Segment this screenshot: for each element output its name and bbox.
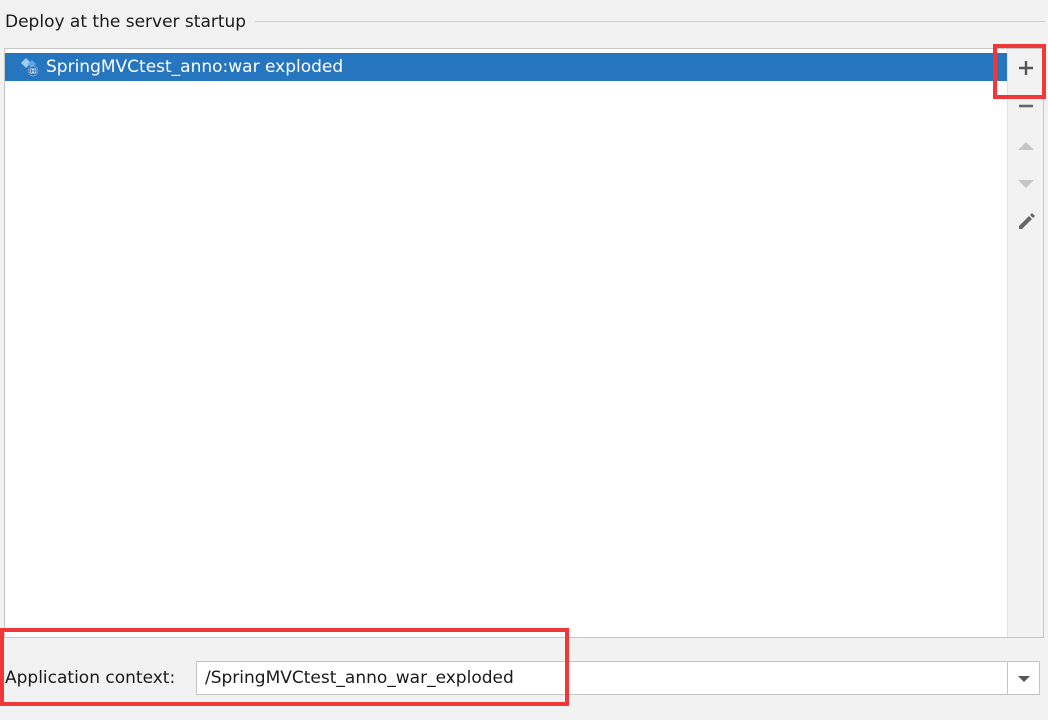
remove-icon <box>1017 97 1035 119</box>
application-context-label: Application context: <box>5 668 176 688</box>
application-context-combobox[interactable] <box>196 661 1040 695</box>
list-toolbar <box>1007 49 1043 637</box>
list-item-label: SpringMVCtest_anno:war exploded <box>46 57 344 77</box>
move-up-icon <box>1017 137 1035 159</box>
edit-button[interactable] <box>1011 209 1041 239</box>
application-context-input[interactable] <box>197 662 1005 694</box>
edit-icon <box>1016 212 1036 236</box>
add-button[interactable] <box>1011 55 1041 85</box>
section-title: Deploy at the server startup <box>5 12 247 32</box>
chevron-down-icon <box>1017 669 1031 688</box>
application-context-dropdown-button[interactable] <box>1007 662 1039 694</box>
move-down-button[interactable] <box>1011 171 1041 201</box>
deployment-list[interactable]: SpringMVCtest_anno:war exploded <box>5 49 1007 637</box>
web-artifact-icon <box>19 56 41 78</box>
add-icon <box>1017 59 1035 81</box>
list-item[interactable]: SpringMVCtest_anno:war exploded <box>5 53 1007 81</box>
section-divider <box>255 21 1045 22</box>
move-up-button[interactable] <box>1011 133 1041 163</box>
deployment-list-panel: SpringMVCtest_anno:war exploded <box>4 48 1044 638</box>
move-down-icon <box>1017 175 1035 197</box>
remove-button[interactable] <box>1011 93 1041 123</box>
